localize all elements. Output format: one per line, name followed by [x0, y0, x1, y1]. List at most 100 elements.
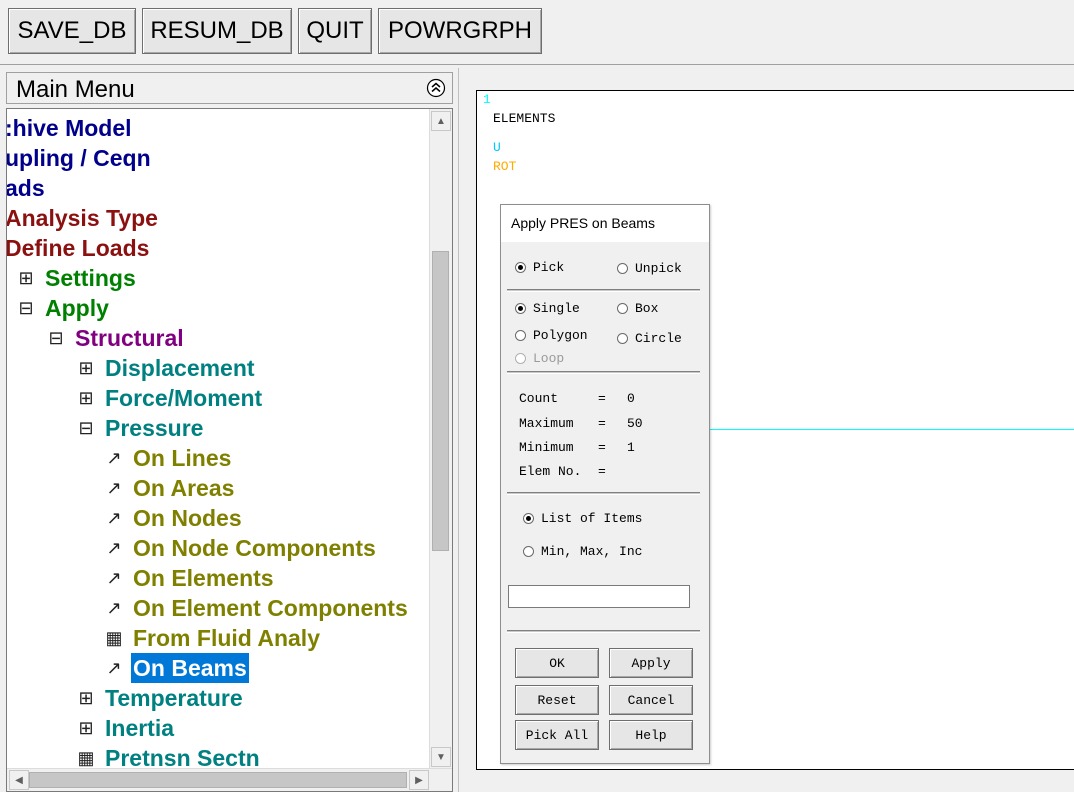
pick-arrow-icon[interactable]: ↗	[103, 443, 125, 473]
count-value: 0	[627, 391, 635, 406]
menu-item-label: Apply	[45, 295, 109, 321]
expand-plus-icon[interactable]: ⊞	[75, 683, 97, 713]
menu-item[interactable]: ⊟ Structural	[45, 323, 186, 353]
polygon-radio[interactable]: Polygon	[515, 328, 588, 343]
list-of-items-radio[interactable]: List of Items	[523, 511, 642, 526]
menu-item[interactable]: ↗ On Areas	[103, 473, 236, 503]
help-button[interactable]: Help	[609, 720, 693, 750]
save-db-button[interactable]: SAVE_DB	[8, 8, 136, 54]
menu-item[interactable]: ads	[7, 173, 47, 203]
menu-item[interactable]: ⊟ Apply	[15, 293, 111, 323]
unpick-radio[interactable]: Unpick	[617, 261, 682, 276]
menu-item[interactable]: ⊞ Displacement	[75, 353, 257, 383]
box-radio[interactable]: Box	[617, 301, 658, 316]
radio-checked-icon	[523, 513, 534, 524]
scroll-left-icon[interactable]: ◀	[9, 770, 29, 790]
count-eq: =	[598, 391, 606, 406]
dialog-titlebar[interactable]: Apply PRES on Beams	[501, 205, 709, 242]
menu-item-label: Analysis Type	[7, 205, 158, 231]
vertical-scroll-thumb[interactable]	[432, 251, 449, 551]
menu-item[interactable]: ↗ On Nodes	[103, 503, 244, 533]
single-radio[interactable]: Single	[515, 301, 580, 316]
legend-u: U	[493, 140, 501, 155]
main-menu-title: Main Menu	[16, 76, 135, 103]
menu-item-label: ads	[7, 175, 45, 201]
resume-db-button[interactable]: RESUM_DB	[142, 8, 292, 54]
vertical-scrollbar[interactable]: ▲ ▼	[429, 109, 452, 769]
collapse-minus-icon[interactable]: ⊟	[75, 413, 97, 443]
separator	[507, 371, 700, 374]
dialog-icon[interactable]: ▦	[75, 743, 97, 769]
menu-item[interactable]: :hive Model	[7, 113, 134, 143]
expand-plus-icon[interactable]: ⊞	[75, 713, 97, 743]
collapse-minus-icon[interactable]: ⊟	[45, 323, 67, 353]
expand-plus-icon[interactable]: ⊞	[15, 263, 37, 293]
scroll-right-icon[interactable]: ▶	[409, 770, 429, 790]
pick-arrow-icon[interactable]: ↗	[103, 473, 125, 503]
expand-plus-icon[interactable]: ⊞	[75, 383, 97, 413]
radio-unchecked-icon	[515, 330, 526, 341]
pick-arrow-icon[interactable]: ↗	[103, 563, 125, 593]
menu-item-label: Pretnsn Sectn	[105, 745, 260, 769]
menu-item[interactable]: upling / Ceqn	[7, 143, 153, 173]
radio-unchecked-icon	[515, 353, 526, 364]
menu-item-label: Structural	[75, 325, 184, 351]
radio-checked-icon	[515, 303, 526, 314]
legend-rot: ROT	[493, 159, 517, 174]
toolbar: SAVE_DB RESUM_DB QUIT POWRGRPH	[0, 0, 1074, 65]
count-label: Count	[519, 391, 559, 406]
main-menu-tree: :hive Model upling / Ceqn ads Analysis Type…	[6, 108, 453, 792]
menu-item[interactable]: ⊞ Settings	[15, 263, 138, 293]
menu-item[interactable]: ⊞ Inertia	[75, 713, 176, 743]
menu-item-label: On Elements	[133, 565, 274, 591]
menu-item[interactable]: ▦ Pretnsn Sectn	[75, 743, 262, 769]
horizontal-scroll-thumb[interactable]	[29, 772, 407, 788]
beam-element-line[interactable]	[709, 429, 1074, 430]
menu-item[interactable]: ↗ On Lines	[103, 443, 233, 473]
scroll-up-icon[interactable]: ▲	[431, 111, 451, 131]
menu-item-label: Inertia	[105, 715, 175, 741]
minimum-value: 1	[627, 440, 635, 455]
maximum-label: Maximum	[519, 416, 574, 431]
menu-item-label: Force/Moment	[105, 385, 263, 411]
elem-no-label: Elem No.	[519, 464, 582, 479]
menu-item-label: upling / Ceqn	[7, 145, 151, 171]
menu-item-label: Pressure	[105, 415, 204, 441]
menu-item[interactable]: ▦ From Fluid Analy	[103, 623, 322, 653]
menu-item[interactable]: Define Loads	[7, 233, 151, 263]
pick-arrow-icon[interactable]: ↗	[103, 593, 125, 623]
menu-item[interactable]: ↗ On Beams	[103, 653, 249, 683]
dialog-title: Apply PRES on Beams	[511, 215, 655, 231]
expand-plus-icon[interactable]: ⊞	[75, 353, 97, 383]
minimum-label: Minimum	[519, 440, 574, 455]
menu-item[interactable]: ⊟ Pressure	[75, 413, 205, 443]
menu-item[interactable]: ⊞ Force/Moment	[75, 383, 264, 413]
cancel-button[interactable]: Cancel	[609, 685, 693, 715]
pick-all-button[interactable]: Pick All	[515, 720, 599, 750]
pick-radio[interactable]: Pick	[515, 260, 564, 275]
pick-item-input[interactable]	[508, 585, 690, 608]
menu-item-label: From Fluid Analy	[133, 625, 320, 651]
collapse-minus-icon[interactable]: ⊟	[15, 293, 37, 323]
menu-item[interactable]: ⊞ Temperature	[75, 683, 245, 713]
menu-item[interactable]: ↗ On Node Components	[103, 533, 378, 563]
pick-arrow-icon[interactable]: ↗	[103, 653, 125, 683]
min-max-inc-radio[interactable]: Min, Max, Inc	[523, 544, 642, 559]
circle-radio[interactable]: Circle	[617, 331, 682, 346]
powergraph-button[interactable]: POWRGRPH	[378, 8, 542, 54]
maximum-value: 50	[627, 416, 643, 431]
collapse-up-icon[interactable]	[426, 78, 446, 98]
menu-item[interactable]: ↗ On Elements	[103, 563, 276, 593]
pick-arrow-icon[interactable]: ↗	[103, 533, 125, 563]
separator	[507, 630, 700, 633]
ok-button[interactable]: OK	[515, 648, 599, 678]
quit-button[interactable]: QUIT	[298, 8, 372, 54]
scroll-down-icon[interactable]: ▼	[431, 747, 451, 767]
reset-button[interactable]: Reset	[515, 685, 599, 715]
dialog-icon[interactable]: ▦	[103, 623, 125, 653]
menu-item[interactable]: ↗ On Element Components	[103, 593, 410, 623]
horizontal-scrollbar[interactable]: ◀ ▶	[7, 768, 452, 791]
menu-item[interactable]: Analysis Type	[7, 203, 160, 233]
pick-arrow-icon[interactable]: ↗	[103, 503, 125, 533]
apply-button[interactable]: Apply	[609, 648, 693, 678]
